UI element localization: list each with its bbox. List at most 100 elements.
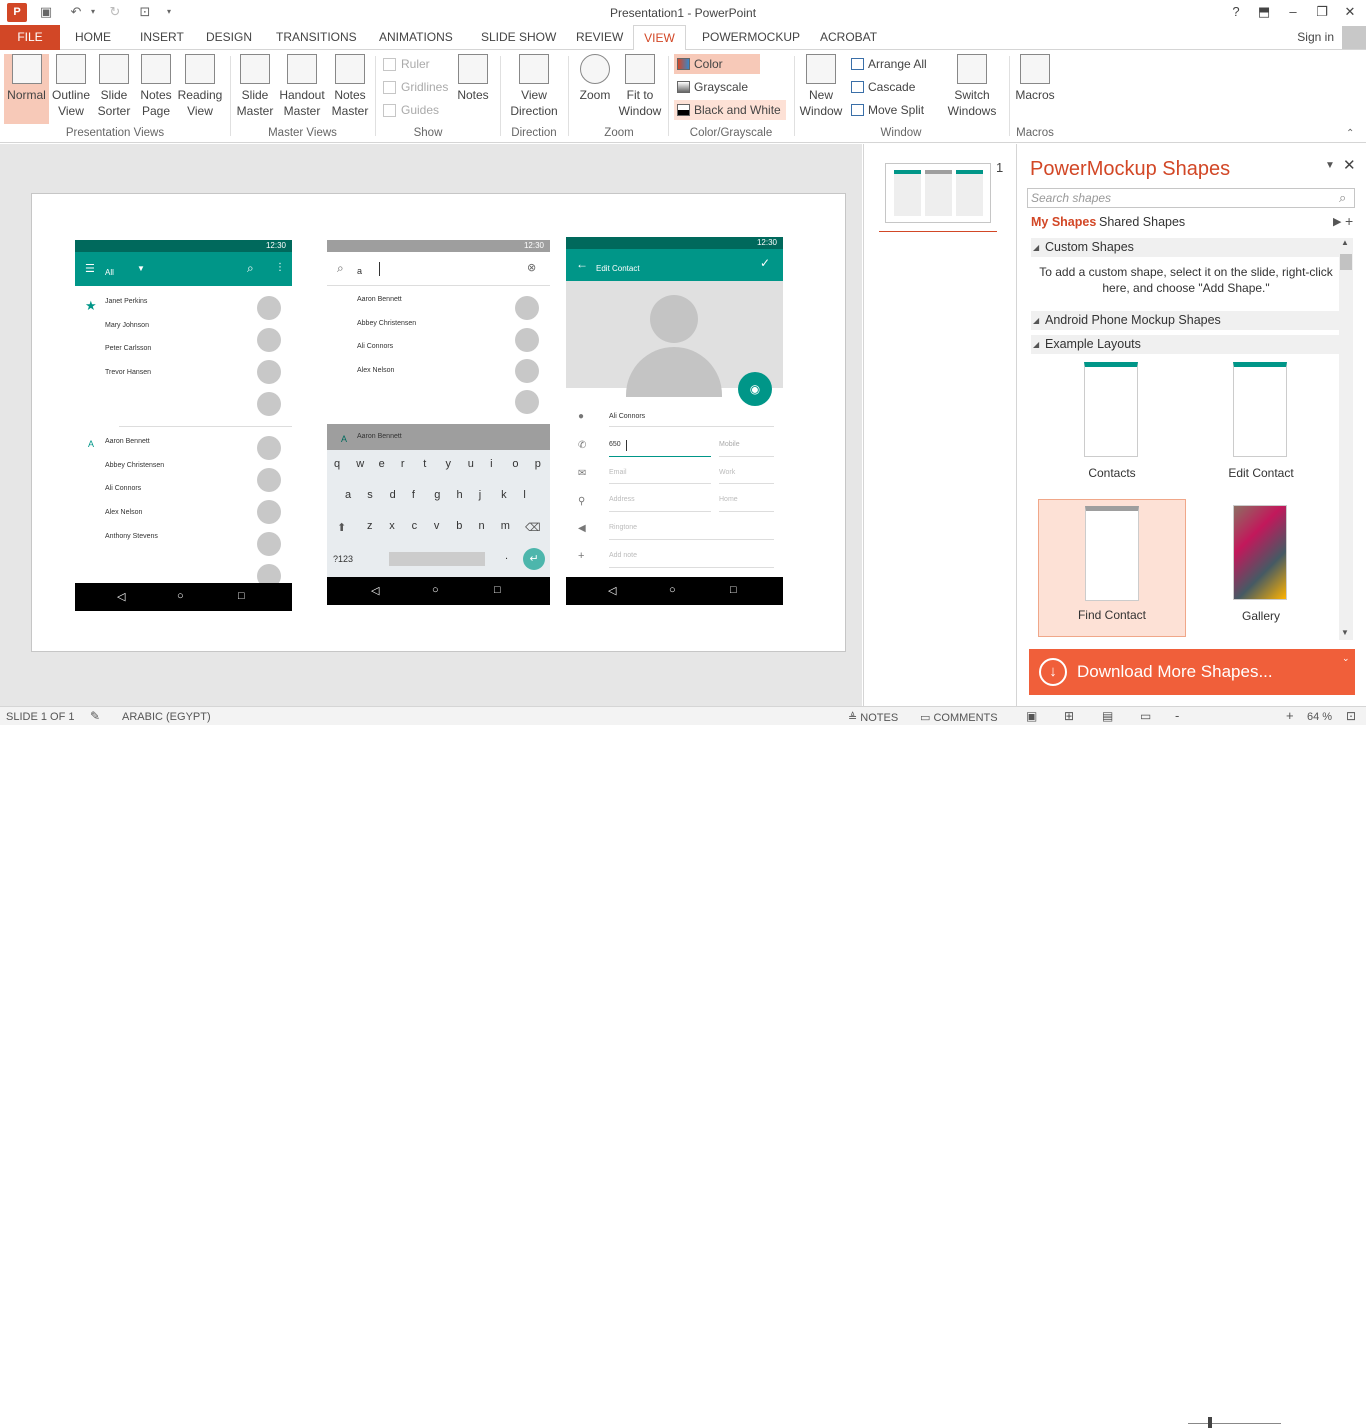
ribbon-display-icon[interactable]: ⬒ xyxy=(1254,3,1274,21)
move-split-icon xyxy=(851,104,864,116)
normal-view-status-icon[interactable]: ▣ xyxy=(1026,709,1037,723)
chevron-down-icon[interactable]: ⌄ xyxy=(1342,635,1350,681)
tab-view[interactable]: VIEW xyxy=(633,25,686,51)
cascade-button[interactable]: Cascade xyxy=(848,77,915,97)
sign-in-link[interactable]: Sign in xyxy=(1297,30,1334,44)
tab-acrobat[interactable]: ACROBAT xyxy=(812,25,885,50)
ringtone-field: Ringtone xyxy=(609,524,638,531)
avatar xyxy=(257,468,281,492)
ruler-checkbox[interactable]: Ruler xyxy=(383,57,430,71)
restore-icon[interactable]: ❐ xyxy=(1312,3,1332,21)
home-icon: ○ xyxy=(177,590,184,602)
section-android-shapes[interactable]: Android Phone Mockup Shapes xyxy=(1031,311,1339,330)
person-icon xyxy=(650,295,698,343)
home-icon: ○ xyxy=(432,584,439,596)
slide-master-button[interactable]: Slide Master xyxy=(236,54,274,119)
zoom-slider-track[interactable] xyxy=(1188,1423,1281,1424)
tab-slide-show[interactable]: SLIDE SHOW xyxy=(473,25,564,50)
arrange-all-button[interactable]: Arrange All xyxy=(848,54,927,74)
shape-tile-edit-contact[interactable]: Edit Contact xyxy=(1187,356,1335,494)
scrollbar[interactable]: ▲ ▼ xyxy=(1339,238,1353,640)
help-icon[interactable]: ? xyxy=(1226,3,1246,21)
language-indicator[interactable]: ARABIC (EGYPT) xyxy=(122,711,211,723)
tab-review[interactable]: REVIEW xyxy=(568,25,631,50)
pane-options-icon[interactable]: ▼ xyxy=(1325,160,1335,171)
zoom-button[interactable]: Zoom xyxy=(575,54,615,103)
section-custom-shapes[interactable]: Custom Shapes xyxy=(1031,238,1339,257)
comments-toggle[interactable]: ▭ COMMENTS xyxy=(920,711,998,724)
avatar xyxy=(515,328,539,352)
notes-page-button[interactable]: Notes Page xyxy=(136,54,176,119)
add-library-icon[interactable]: + xyxy=(1345,213,1353,229)
reading-view-button[interactable]: Reading View xyxy=(177,54,223,119)
shape-tile-contacts[interactable]: Contacts xyxy=(1038,356,1186,494)
zoom-slider-thumb[interactable] xyxy=(1208,1417,1212,1428)
close-pane-icon[interactable]: ✕ xyxy=(1343,156,1356,174)
notes-master-button[interactable]: Notes Master xyxy=(330,54,370,119)
email-type: Work xyxy=(719,469,736,476)
search-icon[interactable]: ⌕ xyxy=(1339,190,1346,206)
highlighted-row: A Aaron Bennett xyxy=(327,424,550,450)
shape-tile-gallery[interactable]: Gallery xyxy=(1187,499,1335,637)
avatar[interactable] xyxy=(1342,26,1366,49)
keyboard-key: k xyxy=(501,489,507,501)
group-separator xyxy=(1009,56,1010,136)
fit-slide-icon[interactable]: ⊡ xyxy=(1346,709,1356,723)
notes-toggle[interactable]: ≜ NOTES xyxy=(848,711,898,724)
zoom-out-button[interactable]: - xyxy=(1175,708,1179,723)
spell-check-icon[interactable]: ✎ xyxy=(90,709,100,723)
location-icon: ⚲ xyxy=(578,496,586,507)
notes-button[interactable]: Notes xyxy=(452,54,494,103)
collapse-ribbon-icon[interactable]: ⌃ xyxy=(1346,128,1354,139)
phone-mockup-edit-contact[interactable]: 12:30 ← Edit Contact ✓ ◉ ● Ali Connors ✆… xyxy=(566,237,783,605)
tab-transitions[interactable]: TRANSITIONS xyxy=(268,25,365,50)
normal-view-button[interactable]: Normal xyxy=(4,54,49,124)
thumb-phone xyxy=(925,170,952,216)
black-and-white-button[interactable]: Black and White xyxy=(674,100,786,120)
move-split-button[interactable]: Move Split xyxy=(848,100,924,120)
reading-view-status-icon[interactable]: ▤ xyxy=(1102,709,1113,723)
zoom-level[interactable]: 64 % xyxy=(1307,711,1332,723)
phone-mockup-contacts[interactable]: 12:30 ☰ All ▼ ⌕ ⋮ ★ Janet Perkins Mary J… xyxy=(75,240,292,611)
phone-mockup-find-contact[interactable]: 12:30 ⌕ a ⊗ Aaron Bennett Abbey Christen… xyxy=(327,240,550,605)
grayscale-button[interactable]: Grayscale xyxy=(674,77,748,97)
section-letter: A xyxy=(341,434,348,444)
keyboard-key: z xyxy=(367,520,373,532)
view-direction-button[interactable]: View Direction xyxy=(504,54,564,119)
tab-animations[interactable]: ANIMATIONS xyxy=(371,25,461,50)
slideshow-status-icon[interactable]: ▭ xyxy=(1140,709,1151,723)
macros-button[interactable]: Macros xyxy=(1012,54,1058,103)
handout-master-button[interactable]: Handout Master xyxy=(276,54,328,119)
tab-file[interactable]: FILE xyxy=(0,25,60,50)
guides-checkbox[interactable]: Guides xyxy=(383,103,439,117)
slide-thumbnail[interactable] xyxy=(885,163,991,223)
slide-sorter-status-icon[interactable]: ⊞ xyxy=(1064,709,1074,723)
new-window-button[interactable]: New Window xyxy=(798,54,844,119)
tab-powermockup[interactable]: POWERMOCKUP xyxy=(694,25,808,50)
scroll-tabs-icon[interactable]: ▶ xyxy=(1333,215,1341,228)
switch-windows-button[interactable]: Switch Windows xyxy=(942,54,1002,119)
tab-shared-shapes[interactable]: Shared Shapes xyxy=(1099,215,1185,229)
phone-type: Mobile xyxy=(719,441,740,448)
recents-icon: □ xyxy=(494,584,501,596)
outline-view-button[interactable]: Outline View xyxy=(50,54,92,119)
shape-tile-find-contact[interactable]: Find Contact xyxy=(1038,499,1186,637)
divider xyxy=(719,483,774,484)
tab-design[interactable]: DESIGN xyxy=(198,25,260,50)
download-more-shapes-button[interactable]: ↓ Download More Shapes... ⌄ xyxy=(1029,649,1355,695)
zoom-in-button[interactable]: + xyxy=(1286,708,1294,723)
section-example-layouts[interactable]: Example Layouts xyxy=(1031,335,1339,354)
color-button[interactable]: Color xyxy=(674,54,760,74)
close-icon[interactable]: ✕ xyxy=(1340,3,1360,21)
tab-home[interactable]: HOME xyxy=(67,25,119,50)
note-field: Add note xyxy=(609,552,638,559)
minimize-icon[interactable]: – xyxy=(1283,3,1303,21)
tab-insert[interactable]: INSERT xyxy=(132,25,192,50)
gridlines-checkbox[interactable]: Gridlines xyxy=(383,80,448,94)
macros-icon xyxy=(1020,54,1050,84)
slide-sorter-button[interactable]: Slide Sorter xyxy=(94,54,134,119)
search-input[interactable]: Search shapes xyxy=(1027,188,1355,208)
list-item: Peter Carlsson xyxy=(105,345,152,352)
fit-to-window-button[interactable]: Fit to Window xyxy=(617,54,663,119)
tab-my-shapes[interactable]: My Shapes xyxy=(1031,215,1096,229)
